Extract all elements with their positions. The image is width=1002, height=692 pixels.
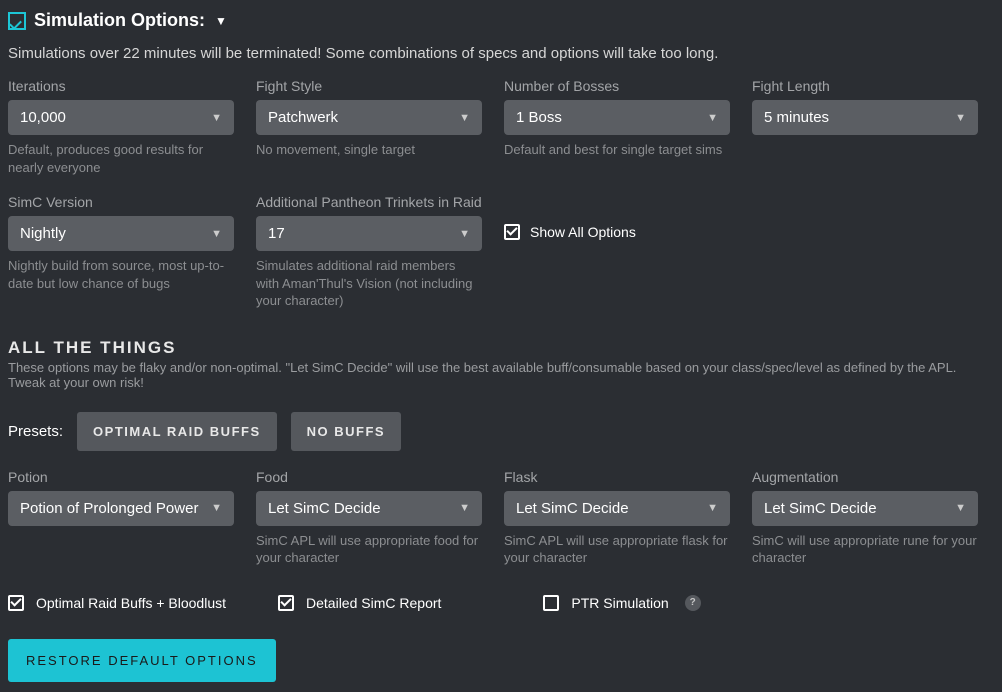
no-buffs-button[interactable]: NO BUFFS <box>291 412 401 451</box>
chevron-down-icon: ▼ <box>707 502 718 514</box>
pantheon-field: Additional Pantheon Trinkets in Raid 17 … <box>256 194 482 310</box>
pantheon-value: 17 <box>268 225 285 242</box>
fightstyle-label: Fight Style <box>256 78 482 94</box>
numbosses-label: Number of Bosses <box>504 78 730 94</box>
fightstyle-select[interactable]: Patchwerk ▼ <box>256 100 482 135</box>
presets-row: Presets: OPTIMAL RAID BUFFS NO BUFFS <box>8 412 994 451</box>
chevron-down-icon: ▼ <box>211 112 222 124</box>
chevron-down-icon: ▼ <box>707 112 718 124</box>
flask-field: Flask Let SimC Decide ▼ SimC APL will us… <box>504 469 730 567</box>
optimal-raid-checkbox[interactable] <box>8 595 24 611</box>
potion-value: Potion of Prolonged Power <box>20 500 198 517</box>
showall-checkbox-row[interactable]: Show All Options <box>504 224 730 240</box>
optimal-raid-label: Optimal Raid Buffs + Bloodlust <box>36 595 226 611</box>
potion-field: Potion Potion of Prolonged Power ▼ <box>8 469 234 567</box>
food-select[interactable]: Let SimC Decide ▼ <box>256 491 482 526</box>
fightlength-label: Fight Length <box>752 78 978 94</box>
pantheon-label: Additional Pantheon Trinkets in Raid <box>256 194 482 210</box>
help-icon[interactable]: ? <box>685 595 701 611</box>
simcversion-value: Nightly <box>20 225 66 242</box>
all-things-title: ALL THE THINGS <box>8 338 994 358</box>
fightlength-select[interactable]: 5 minutes ▼ <box>752 100 978 135</box>
augmentation-value: Let SimC Decide <box>764 500 877 517</box>
numbosses-value: 1 Boss <box>516 109 562 126</box>
pantheon-helper: Simulates additional raid members with A… <box>256 257 482 310</box>
chevron-down-icon: ▼ <box>955 112 966 124</box>
iterations-helper: Default, produces good results for nearl… <box>8 141 234 176</box>
ptr-sim-checkbox[interactable] <box>543 595 559 611</box>
section-header[interactable]: Simulation Options: ▼ <box>8 10 994 31</box>
showall-field: Show All Options <box>504 194 730 310</box>
all-things-sub: These options may be flaky and/or non-op… <box>8 360 994 390</box>
augmentation-select[interactable]: Let SimC Decide ▼ <box>752 491 978 526</box>
food-field: Food Let SimC Decide ▼ SimC APL will use… <box>256 469 482 567</box>
header-title: Simulation Options: <box>34 10 205 31</box>
numbosses-select[interactable]: 1 Boss ▼ <box>504 100 730 135</box>
augmentation-label: Augmentation <box>752 469 978 485</box>
chevron-down-icon: ▼ <box>211 502 222 514</box>
chevron-down-icon: ▼ <box>459 502 470 514</box>
augmentation-helper: SimC will use appropriate rune for your … <box>752 532 978 567</box>
iterations-select[interactable]: 10,000 ▼ <box>8 100 234 135</box>
iterations-value: 10,000 <box>20 109 66 126</box>
chevron-down-icon: ▼ <box>215 14 227 28</box>
options-row-2: SimC Version Nightly ▼ Nightly build fro… <box>8 194 994 310</box>
numbosses-field: Number of Bosses 1 Boss ▼ Default and be… <box>504 78 730 176</box>
chevron-down-icon: ▼ <box>459 112 470 124</box>
simcversion-helper: Nightly build from source, most up-to-da… <box>8 257 234 292</box>
simcversion-select[interactable]: Nightly ▼ <box>8 216 234 251</box>
optimal-raid-buffs-button[interactable]: OPTIMAL RAID BUFFS <box>77 412 277 451</box>
detailed-report-checkbox[interactable] <box>278 595 294 611</box>
showall-label: Show All Options <box>530 224 636 240</box>
pantheon-select[interactable]: 17 ▼ <box>256 216 482 251</box>
potion-select[interactable]: Potion of Prolonged Power ▼ <box>8 491 234 526</box>
warning-text: Simulations over 22 minutes will be term… <box>8 45 994 62</box>
numbosses-helper: Default and best for single target sims <box>504 141 730 159</box>
iterations-field: Iterations 10,000 ▼ Default, produces go… <box>8 78 234 176</box>
fightstyle-value: Patchwerk <box>268 109 338 126</box>
checkbox-icon <box>8 12 26 30</box>
food-label: Food <box>256 469 482 485</box>
chevron-down-icon: ▼ <box>955 502 966 514</box>
food-value: Let SimC Decide <box>268 500 381 517</box>
fightstyle-helper: No movement, single target <box>256 141 482 159</box>
flask-select[interactable]: Let SimC Decide ▼ <box>504 491 730 526</box>
ptr-sim-check[interactable]: PTR Simulation ? <box>543 595 700 611</box>
detailed-report-check[interactable]: Detailed SimC Report <box>278 595 441 611</box>
simcversion-label: SimC Version <box>8 194 234 210</box>
detailed-report-label: Detailed SimC Report <box>306 595 441 611</box>
simcversion-field: SimC Version Nightly ▼ Nightly build fro… <box>8 194 234 310</box>
options-row-3: Potion Potion of Prolonged Power ▼ Food … <box>8 469 994 567</box>
fightlength-value: 5 minutes <box>764 109 829 126</box>
flask-value: Let SimC Decide <box>516 500 629 517</box>
restore-default-button[interactable]: RESTORE DEFAULT OPTIONS <box>8 639 276 682</box>
ptr-sim-label: PTR Simulation <box>571 595 668 611</box>
presets-label: Presets: <box>8 423 63 440</box>
flask-helper: SimC APL will use appropriate flask for … <box>504 532 730 567</box>
food-helper: SimC APL will use appropriate food for y… <box>256 532 482 567</box>
augmentation-field: Augmentation Let SimC Decide ▼ SimC will… <box>752 469 978 567</box>
optimal-raid-check[interactable]: Optimal Raid Buffs + Bloodlust <box>8 595 226 611</box>
fightlength-field: Fight Length 5 minutes ▼ <box>752 78 978 176</box>
flask-label: Flask <box>504 469 730 485</box>
fightstyle-field: Fight Style Patchwerk ▼ No movement, sin… <box>256 78 482 176</box>
options-row-1: Iterations 10,000 ▼ Default, produces go… <box>8 78 994 176</box>
footer-checks-row: Optimal Raid Buffs + Bloodlust Detailed … <box>8 595 994 611</box>
iterations-label: Iterations <box>8 78 234 94</box>
chevron-down-icon: ▼ <box>459 228 470 240</box>
potion-label: Potion <box>8 469 234 485</box>
showall-checkbox[interactable] <box>504 224 520 240</box>
chevron-down-icon: ▼ <box>211 228 222 240</box>
